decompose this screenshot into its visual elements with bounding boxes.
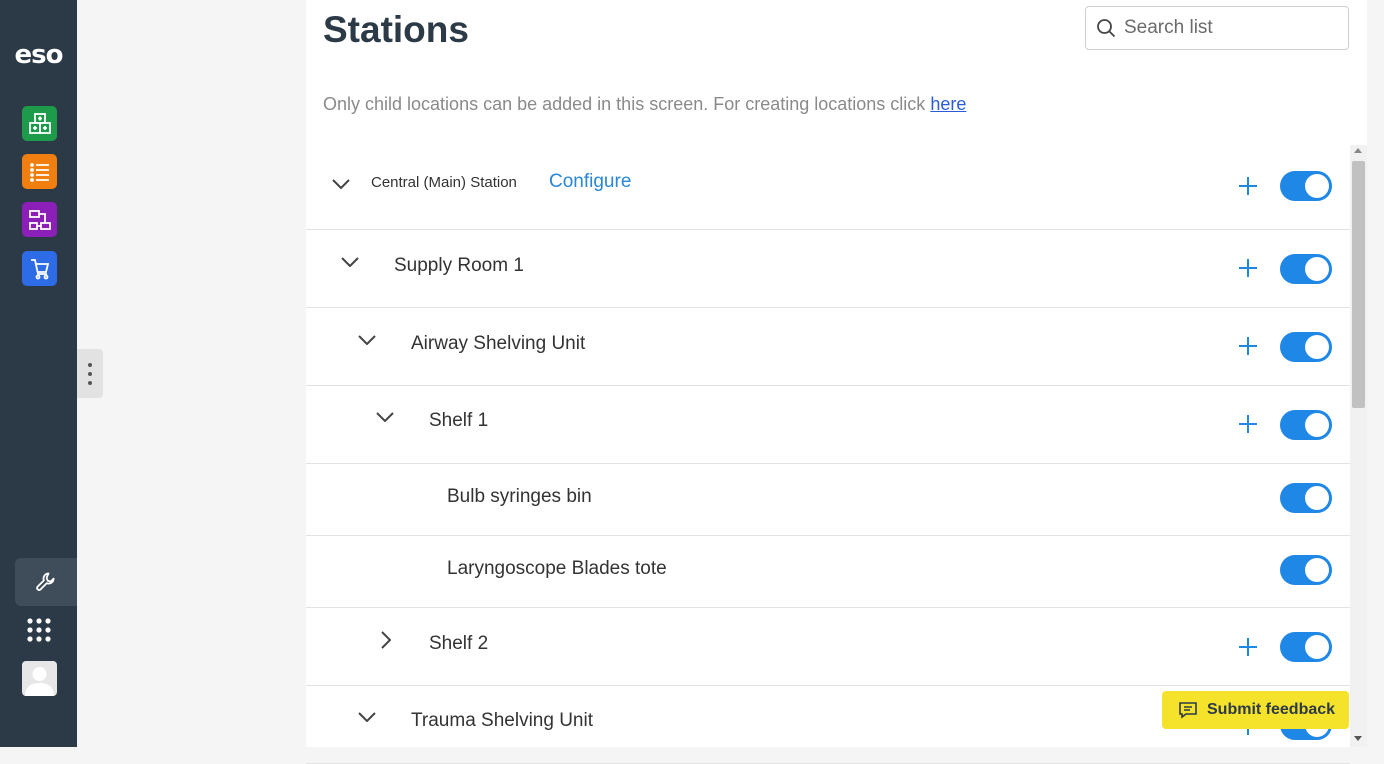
submit-feedback-button[interactable]: Submit feedback — [1162, 691, 1349, 729]
chevron-right-icon — [381, 631, 391, 649]
chevron-down-icon — [358, 712, 376, 722]
admin-tools-button[interactable] — [15, 558, 77, 606]
chevron-down-icon — [358, 335, 376, 345]
scroll-thumb[interactable] — [1352, 161, 1365, 408]
search-box[interactable] — [1085, 6, 1349, 50]
eso-logo: eso — [14, 40, 64, 70]
enable-toggle[interactable] — [1280, 254, 1332, 284]
add-child-icon[interactable] — [1236, 334, 1260, 358]
enable-toggle[interactable] — [1280, 171, 1332, 201]
handle-dot — [88, 380, 92, 385]
feedback-icon — [1179, 702, 1197, 719]
add-child-icon[interactable] — [1236, 174, 1260, 198]
side-panel — [77, 0, 306, 747]
create-locations-link[interactable]: here — [930, 94, 966, 114]
info-note-text: Only child locations can be added in thi… — [323, 94, 931, 114]
tree-row: Shelf 2 — [306, 608, 1350, 686]
tree-row-root: Central (Main) Station Configure — [306, 142, 1350, 230]
enable-toggle[interactable] — [1280, 632, 1332, 662]
chevron-down-icon — [332, 179, 350, 189]
collapse-toggle[interactable] — [373, 405, 397, 429]
avatar[interactable] — [22, 661, 57, 696]
handle-dot — [88, 371, 92, 376]
enable-toggle[interactable] — [1280, 555, 1332, 585]
enable-toggle[interactable] — [1280, 483, 1332, 513]
collapse-toggle[interactable] — [355, 705, 379, 729]
app-rail: eso — [0, 0, 77, 747]
search-icon — [1097, 19, 1116, 38]
inventory-app-icon — [28, 112, 51, 134]
tree-row-label: Trauma Shelving Unit — [411, 710, 593, 731]
cart-app-button[interactable] — [22, 251, 57, 286]
chevron-down-icon — [376, 412, 394, 422]
add-child-icon[interactable] — [1236, 635, 1260, 659]
inventory-app-button[interactable] — [22, 106, 57, 141]
list-app-icon — [29, 162, 49, 182]
enable-toggle[interactable] — [1280, 410, 1332, 440]
tree-row-label: Supply Room 1 — [394, 255, 524, 276]
collapse-toggle[interactable] — [355, 328, 379, 352]
main-content: Stations Only child locations can be add… — [306, 0, 1367, 764]
tree-row-label: Airway Shelving Unit — [411, 333, 586, 354]
tree-row-label: Shelf 2 — [429, 633, 489, 654]
tree-row: Bulb syringes bin — [306, 464, 1350, 536]
scroll-down-arrow[interactable] — [1354, 736, 1362, 741]
wrench-icon — [36, 572, 55, 591]
tree-row-label: Bulb syringes bin — [447, 486, 592, 507]
submit-feedback-label: Submit feedback — [1207, 701, 1336, 718]
tree-row: Supply Room 1 — [306, 230, 1350, 308]
handle-dot — [88, 362, 92, 367]
tree-row: Airway Shelving Unit — [306, 308, 1350, 386]
workflow-app-icon — [28, 209, 51, 230]
tree-row-label: Shelf 1 — [429, 410, 489, 431]
scroll-up-arrow[interactable] — [1354, 148, 1362, 153]
tree-row-label: Laryngoscope Blades tote — [447, 558, 667, 579]
tree-row: Laryngoscope Blades tote — [306, 536, 1350, 608]
cart-app-icon — [30, 258, 49, 279]
scrollbar[interactable] — [1350, 145, 1367, 747]
add-child-icon[interactable] — [1236, 256, 1260, 280]
search-input[interactable] — [1124, 17, 1324, 39]
expand-toggle[interactable] — [374, 628, 398, 652]
panel-collapse-handle[interactable] — [77, 349, 103, 398]
tree-row-label: Central (Main) Station — [371, 174, 517, 191]
list-app-button[interactable] — [22, 154, 57, 189]
collapse-toggle[interactable] — [329, 172, 353, 196]
app-launcher-icon[interactable] — [26, 617, 52, 643]
workflow-app-button[interactable] — [22, 202, 57, 237]
user-icon — [25, 667, 54, 696]
info-note: Only child locations can be added in thi… — [323, 94, 966, 115]
tree-row: Shelf 1 — [306, 386, 1350, 464]
collapse-toggle[interactable] — [338, 250, 362, 274]
configure-link[interactable]: Configure — [549, 171, 631, 193]
add-child-icon[interactable] — [1236, 412, 1260, 436]
chevron-down-icon — [341, 257, 359, 267]
location-tree: Central (Main) Station Configure Supply … — [306, 142, 1350, 764]
enable-toggle[interactable] — [1280, 332, 1332, 362]
page-title: Stations — [323, 9, 469, 50]
